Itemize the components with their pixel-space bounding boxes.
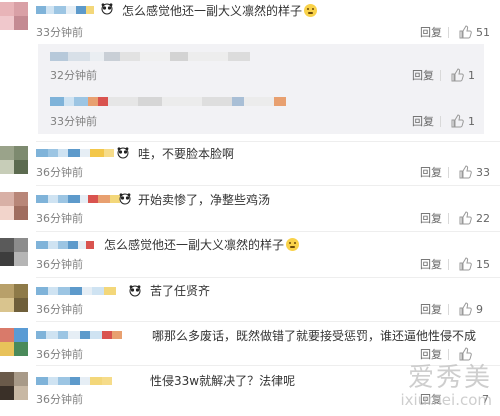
timestamp: 36分钟前 <box>36 393 83 406</box>
reply-button[interactable]: 回复 <box>420 348 442 362</box>
watermark-cn: 爱秀美 <box>407 363 492 393</box>
divider <box>36 321 500 322</box>
divider <box>36 185 500 186</box>
emoji-icon <box>304 4 318 17</box>
reply-button[interactable]: 回复 <box>420 303 442 317</box>
thumbs-up-icon[interactable] <box>458 165 472 179</box>
username[interactable] <box>36 192 120 206</box>
reply-button[interactable]: 回复 <box>420 166 442 180</box>
panda-icon <box>119 193 131 205</box>
reply-button[interactable]: 回复 <box>412 69 434 83</box>
divider <box>36 141 500 142</box>
reply-button[interactable]: 回复 <box>420 258 442 272</box>
sub-reply-content <box>50 97 286 107</box>
comment-text: 哇，不要脸本脸啊 <box>138 147 235 161</box>
reply-button[interactable]: 回复 <box>420 26 442 40</box>
thumbs-up-icon[interactable] <box>458 25 472 39</box>
thumbs-up-icon[interactable] <box>458 257 472 271</box>
thumbs-up-icon[interactable] <box>458 347 472 361</box>
like-count: 9 <box>476 303 483 316</box>
like-count: 1 <box>468 115 475 128</box>
watermark-en: ixiumei.com <box>400 391 492 409</box>
panda-icon <box>101 3 113 15</box>
timestamp: 36分钟前 <box>36 212 83 225</box>
avatar[interactable] <box>0 2 28 30</box>
thumbs-up-icon[interactable] <box>458 211 472 225</box>
username[interactable] <box>36 146 114 160</box>
watermark: 爱秀美 ixiumei.com <box>400 364 492 408</box>
username[interactable] <box>36 3 94 17</box>
timestamp: 36分钟前 <box>36 303 83 316</box>
comment-text: 苦了任贤齐 <box>150 284 211 298</box>
avatar[interactable] <box>0 192 28 220</box>
username[interactable] <box>36 328 122 342</box>
panda-icon <box>117 147 129 159</box>
username[interactable] <box>36 374 112 388</box>
timestamp: 33分钟前 <box>36 26 83 39</box>
comment-text: 怎么感觉他还一副大义凛然的样子 <box>122 3 318 19</box>
thumbs-up-icon[interactable] <box>450 68 464 82</box>
timestamp: 36分钟前 <box>36 258 83 271</box>
divider <box>448 349 449 360</box>
timestamp: 36分钟前 <box>36 166 83 179</box>
comment-text: 哪那么多废话，既然做错了就要接受惩罚，谁还逼他性侵不成 <box>152 329 477 343</box>
divider <box>36 277 500 278</box>
emoji-icon <box>286 238 300 251</box>
avatar[interactable] <box>0 146 28 174</box>
like-count: 15 <box>476 258 490 271</box>
divider <box>36 231 500 232</box>
panda-icon <box>129 285 141 297</box>
avatar[interactable] <box>0 238 28 266</box>
timestamp: 33分钟前 <box>50 115 97 128</box>
username[interactable] <box>36 238 94 252</box>
reply-button[interactable]: 回复 <box>420 212 442 226</box>
comment-text: 怎么感觉他还一副大义凛然的样子 <box>104 237 300 253</box>
timestamp: 32分钟前 <box>50 69 97 82</box>
like-count: 33 <box>476 166 490 179</box>
reply-button[interactable]: 回复 <box>412 115 434 129</box>
sub-reply-content <box>50 52 250 62</box>
comment-text: 开始卖惨了，净整些鸡汤 <box>138 193 271 207</box>
divider <box>448 213 449 224</box>
like-count: 1 <box>468 69 475 82</box>
divider <box>440 116 441 127</box>
comment-text: 性侵33w就解决了？法律呢 <box>150 374 296 388</box>
divider <box>440 70 441 81</box>
divider <box>448 167 449 178</box>
avatar[interactable] <box>0 284 28 312</box>
thumbs-up-icon[interactable] <box>450 114 464 128</box>
avatar[interactable] <box>0 328 28 356</box>
divider <box>448 27 449 38</box>
divider <box>448 259 449 270</box>
divider <box>448 304 449 315</box>
thumbs-up-icon[interactable] <box>458 302 472 316</box>
like-count: 51 <box>476 26 490 39</box>
avatar[interactable] <box>0 372 28 400</box>
like-count: 22 <box>476 212 490 225</box>
timestamp: 36分钟前 <box>36 348 83 361</box>
username[interactable] <box>36 284 116 298</box>
